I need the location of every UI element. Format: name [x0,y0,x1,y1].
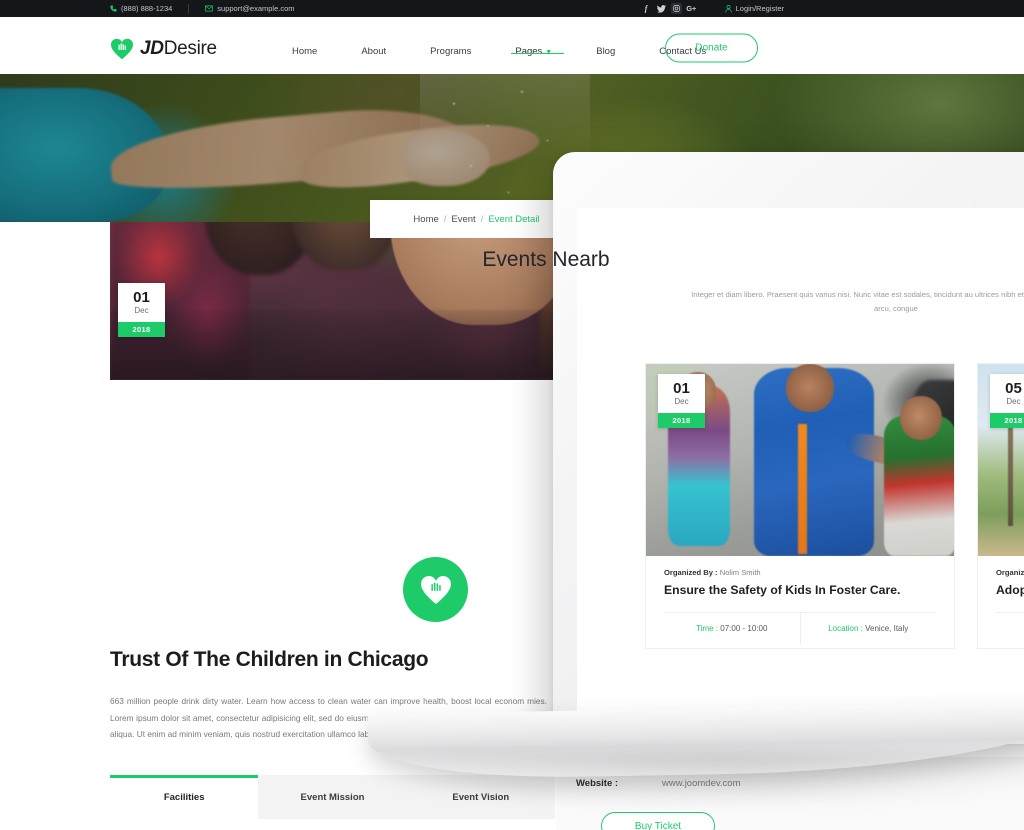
nav-item-programs-label: Programs [430,46,472,57]
heart-hand-logo-icon [111,38,133,60]
topbar-right-group: f G+ Login/Register [639,2,784,15]
event-card-date-badge: 05 Dec 2018 [990,374,1024,428]
nav-links: Home About Programs Pages ▼ Blog Contact … [270,46,728,57]
nav-item-blog[interactable]: Blog [574,46,637,57]
breadcrumb-card: Home / Event / Event Detail [370,200,583,238]
event-card-image: 01 Dec 2018 [646,364,954,556]
event-card-organizer-label: Organized By : [664,568,718,577]
tablet-shadow [353,752,1024,812]
card-pole [1008,416,1013,526]
card-child-boy-head [786,364,834,412]
nav-item-blog-label: Blog [596,46,616,57]
breadcrumb-separator: / [443,213,447,225]
event-card-meta: Organized By : Nolim Smith Ensure the Sa… [646,556,954,648]
card-child-boy-stripe [798,424,807,554]
event-date-month: Dec [134,305,149,315]
event-card-date-month: Dec [674,396,689,406]
topbar-email-text: support@example.com [217,4,295,13]
buy-ticket-label: Buy Ticket [634,820,682,830]
event-card-date-day: 05 [1005,380,1022,397]
event-card-organizer-name: Nolim Smith [719,568,761,577]
event-date-year: 2018 [118,321,165,337]
heart-hand-badge [403,557,468,622]
brand-logo[interactable]: JDDesire [110,38,217,60]
event-card-image: 05 Dec 2018 [978,364,1024,556]
nav-item-about-label: About [361,46,387,57]
event-card-time-value: 07:00 - 10:00 [720,624,768,634]
breadcrumb-item-home[interactable]: Home [413,214,438,225]
event-date-day: 01 [133,289,150,306]
nav-item-home[interactable]: Home [270,46,339,57]
tab-facilities[interactable]: Facilities [110,775,259,819]
event-card-time: Time [996,613,1024,644]
nearby-title-wrap: Events Nearb [336,248,756,272]
event-card-meta: Organiz Adop Time [978,556,1024,648]
breadcrumb: Home / Event / Event Detail [413,214,539,225]
googleplus-icon[interactable]: G+ [684,2,699,15]
topbar-contact-group: (888) 888-1234 support@example.com [110,3,295,14]
breadcrumb-item-event[interactable]: Event [451,214,475,225]
nav-item-programs[interactable]: Programs [408,46,493,57]
tab-facilities-label: Facilities [163,791,205,803]
event-card-date-badge: 01 Dec 2018 [658,374,705,428]
login-register-link[interactable]: Login/Register [724,4,784,13]
top-utility-bar: (888) 888-1234 support@example.com f G+ [0,0,1024,17]
chevron-down-icon: ▼ [545,49,553,56]
event-card-title[interactable]: Ensure the Safety of Kids In Foster Care… [664,582,936,598]
event-card-location-label: Location : [828,624,863,634]
event-card-footer: Time : 07:00 - 10:00 Location : Venice, … [664,612,937,645]
event-card-title[interactable]: Adop [996,582,1024,598]
event-card-date-year: 2018 [990,412,1024,428]
user-icon [724,4,732,13]
event-card-time: Time : 07:00 - 10:00 [664,613,800,644]
breadcrumb-separator: / [480,213,484,225]
envelope-icon [205,5,214,12]
brand-name-bold: JD [140,38,164,59]
instagram-icon[interactable] [670,3,682,14]
event-card-organizer-label: Organiz [996,568,1024,577]
nav-item-about[interactable]: About [339,46,408,57]
main-navbar: JDDesire Home About Programs Pages ▼ Blog… [0,17,1024,74]
login-register-label: Login/Register [735,4,784,13]
donate-button-label: Donate [695,42,728,54]
topbar-phone-text: (888) 888-1234 [121,4,173,13]
phone-icon [110,5,117,12]
event-card-location-value: Venice, Italy [865,624,909,634]
facebook-icon[interactable]: f [639,2,654,15]
event-card-footer: Time [996,612,1024,644]
event-card-organizer: Organiz [996,568,1024,577]
event-card-date-year: 2018 [658,412,705,428]
card-child-toddler-head [900,396,942,440]
event-card[interactable]: 01 Dec 2018 Organized By : Nolim Smith E… [645,363,955,650]
buy-ticket-button[interactable]: Buy Ticket [601,812,715,830]
heart-hand-icon [420,575,451,604]
nav-item-pages-label: Pages [515,46,543,57]
brand-text: JDDesire [140,38,217,60]
event-card-time-label: Time : [696,624,719,634]
brand-name-light: Desire [163,38,217,59]
donate-button[interactable]: Donate [665,33,758,63]
breadcrumb-current: Event Detail [488,213,540,225]
feature-vignette [110,310,610,380]
event-card-location: Location : Venice, Italy [799,613,937,645]
event-card-organizer: Organized By : Nolim Smith [664,568,936,577]
twitter-icon[interactable] [654,2,669,15]
event-date-badge: 01 Dec 2018 [118,283,165,337]
nav-item-pages[interactable]: Pages ▼ [493,46,574,57]
topbar-email[interactable]: support@example.com [205,4,295,13]
nav-item-home-label: Home [292,46,318,57]
screenshot-root: Home / Event / Event Detail 01 Dec 2018 [0,0,1024,830]
event-card-date-day: 01 [673,380,690,397]
nearby-subtitle: Integer et diam libero. Praesent quis va… [691,290,1024,314]
topbar-phone[interactable]: (888) 888-1234 [110,4,172,13]
event-card-date-month: Dec [1006,396,1021,406]
topbar-divider [188,3,190,14]
event-card[interactable]: 05 Dec 2018 Organiz Adop Time [977,363,1024,650]
nearby-events-list: 01 Dec 2018 Organized By : Nolim Smith E… [645,363,1024,650]
page-title: Trust Of The Children in Chicago [110,648,429,671]
nearby-title: Events Nearb [482,248,610,271]
